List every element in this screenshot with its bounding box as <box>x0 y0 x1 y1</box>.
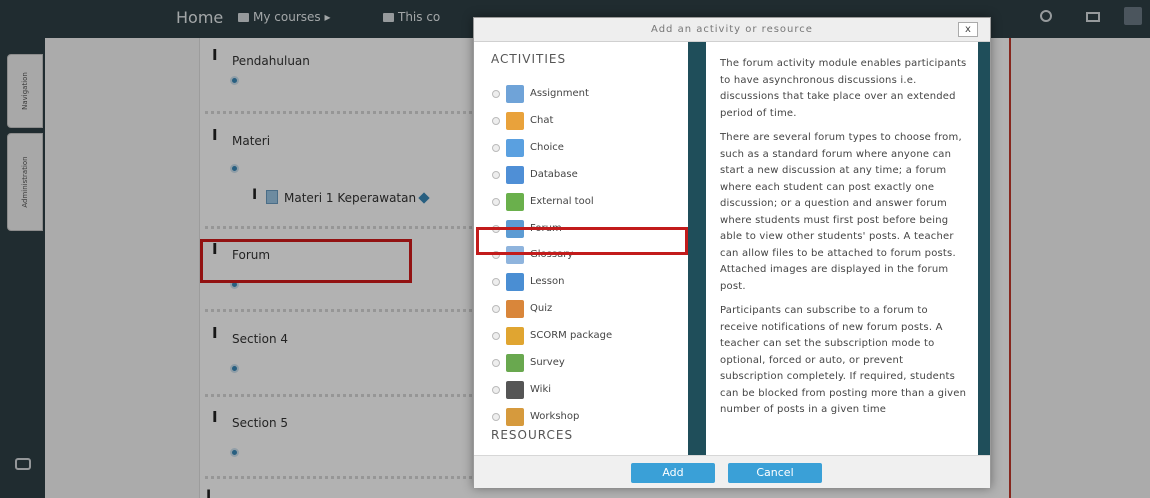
dialog-title: Add an activity or resource <box>651 24 813 35</box>
activity-option[interactable]: Wiki <box>492 379 682 401</box>
activity-option-label: Survey <box>530 357 565 368</box>
radio-button[interactable] <box>492 305 500 314</box>
activity-option[interactable]: Quiz <box>492 298 682 320</box>
puzzle-icon <box>506 192 524 211</box>
radio-button[interactable] <box>492 170 500 179</box>
wiki-icon <box>506 380 524 399</box>
activity-chooser-dialog: Add an activity or resource x ACTIVITIES… <box>473 17 991 488</box>
radio-button[interactable] <box>492 385 500 394</box>
activity-option-label: External tool <box>530 195 594 207</box>
resources-heading: RESOURCES <box>491 428 574 442</box>
activity-option-label: SCORM package <box>530 330 613 342</box>
dialog-header: Add an activity or resource x <box>474 18 990 42</box>
activity-option-label: Database <box>530 168 578 180</box>
activity-option[interactable]: SCORM package <box>492 325 682 347</box>
activity-options-list: ACTIVITIES RESOURCES Assignment Chat Choic… <box>474 42 688 455</box>
activity-option[interactable]: Survey <box>492 352 682 374</box>
description-paragraph: There are several forum types to choose … <box>720 132 962 292</box>
survey-icon <box>506 354 524 372</box>
radio-button[interactable] <box>492 143 500 152</box>
description-paragraph: The forum activity module enables partic… <box>720 58 967 119</box>
activity-option-label: Lesson <box>530 276 565 288</box>
activity-option[interactable]: Choice <box>492 137 682 159</box>
workshop-icon <box>506 407 524 426</box>
radio-button[interactable] <box>492 278 500 287</box>
activity-option[interactable]: External tool <box>492 191 682 213</box>
dialog-footer: Add Cancel <box>474 455 990 488</box>
activity-option[interactable]: Chat <box>492 110 682 132</box>
description-paragraph: Participants can subscribe to a forum to… <box>720 305 967 415</box>
forum-option-highlight-box <box>476 227 688 255</box>
database-icon <box>506 165 524 184</box>
activities-heading: ACTIVITIES <box>491 52 567 66</box>
radio-button[interactable] <box>492 116 500 125</box>
radio-button[interactable] <box>492 359 500 367</box>
module-description: The forum activity module enables partic… <box>706 42 978 455</box>
lesson-icon <box>506 273 524 292</box>
activity-option-label: Choice <box>530 141 564 153</box>
radio-button[interactable] <box>492 197 500 206</box>
activity-option[interactable]: Workshop <box>492 406 682 428</box>
activity-option-label: Wiki <box>530 383 552 395</box>
quiz-icon <box>506 300 524 319</box>
cancel-button[interactable]: Cancel <box>728 463 822 483</box>
radio-button[interactable] <box>492 412 500 421</box>
description-panel-frame: The forum activity module enables partic… <box>688 42 990 455</box>
assignment-icon <box>506 85 524 103</box>
activity-option[interactable]: Assignment <box>492 83 682 105</box>
activity-option-label: Quiz <box>530 303 553 315</box>
scorm-icon <box>506 327 524 346</box>
radio-button[interactable] <box>492 332 500 341</box>
close-button[interactable]: x <box>958 22 978 37</box>
activity-option-label: Assignment <box>530 88 589 99</box>
activity-option-label: Workshop <box>530 410 580 422</box>
radio-button[interactable] <box>492 90 500 98</box>
choice-icon <box>506 138 524 157</box>
activity-option[interactable]: Database <box>492 164 682 186</box>
chat-icon <box>506 111 524 130</box>
activity-option[interactable]: Lesson <box>492 271 682 293</box>
add-button[interactable]: Add <box>631 463 715 483</box>
activity-option-label: Chat <box>530 114 554 126</box>
